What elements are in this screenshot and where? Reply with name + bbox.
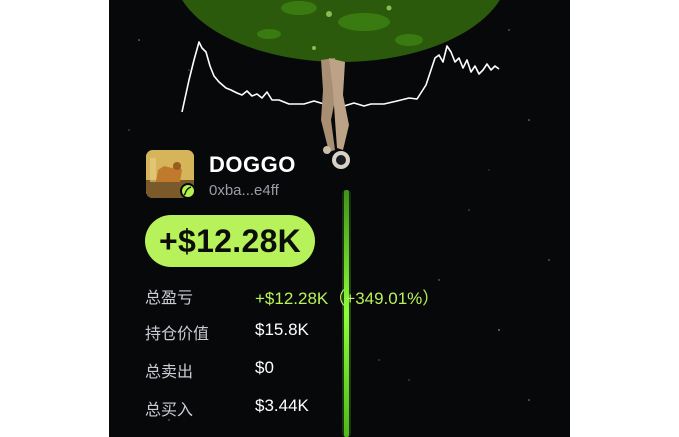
pnl-headline-value: +$12.28K bbox=[159, 222, 302, 259]
stat-label-total-bought: 总买入 bbox=[145, 400, 194, 419]
pnl-share-card: DOGGO 0xba...e4ff +$12.28K 总盈亏 +$12.28K（… bbox=[109, 0, 570, 437]
stat-label-position-value: 持仓价值 bbox=[145, 324, 210, 343]
pnl-headline-badge: +$12.28K bbox=[145, 215, 316, 267]
stat-value-total-sold: $0 bbox=[255, 358, 274, 377]
stat-label-total-sold: 总卖出 bbox=[145, 362, 194, 381]
stat-value-position-value: $15.8K bbox=[255, 320, 309, 339]
token-name: DOGGO bbox=[209, 152, 296, 177]
stat-value-total-pnl: +$12.28K（+349.01%） bbox=[255, 289, 440, 308]
stat-label-total-pnl: 总盈亏 bbox=[145, 288, 194, 307]
feather-pen-icon bbox=[180, 183, 196, 199]
token-address: 0xba...e4ff bbox=[209, 182, 279, 199]
stat-value-total-bought: $3.44K bbox=[255, 396, 309, 415]
